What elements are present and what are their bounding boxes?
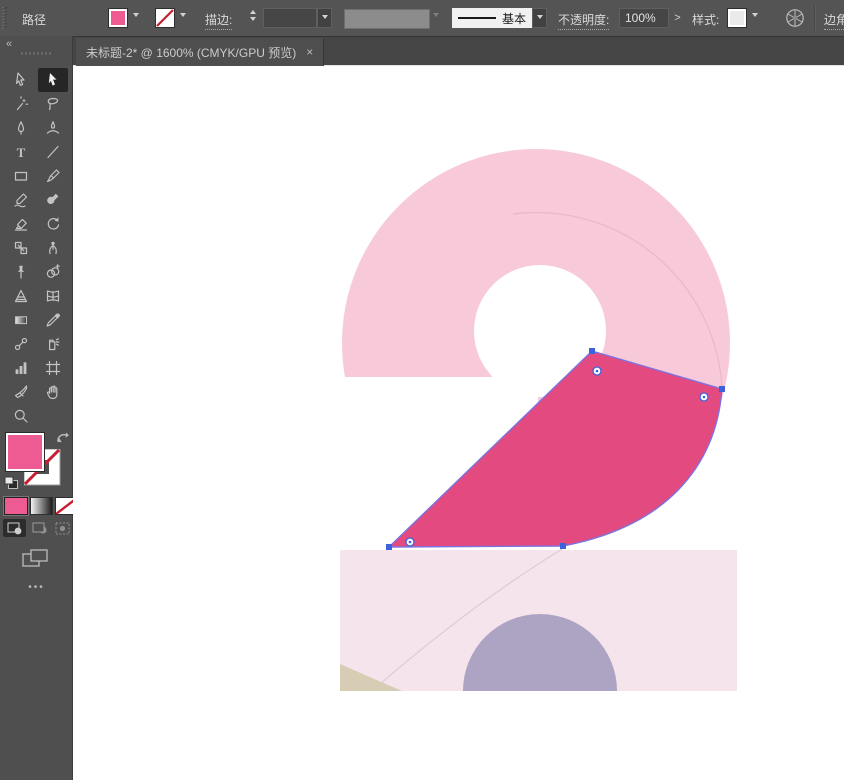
lasso-tool[interactable] [38,92,68,116]
gradient-tool[interactable] [6,308,36,332]
anchor-point[interactable] [719,386,725,392]
column-graph-tool[interactable] [6,356,36,380]
opacity-popout-button[interactable]: > [671,8,684,28]
perspective-grid-tool[interactable] [6,284,36,308]
recolor-artwork-icon[interactable] [785,8,805,28]
svg-text:T: T [17,145,26,160]
brush-stroke-preview [458,17,496,19]
selection-tool[interactable] [6,68,36,92]
control-bar-grip[interactable] [2,7,7,29]
gradient-mode-button[interactable] [30,497,53,515]
brush-definition-chevron-icon[interactable] [532,8,547,28]
default-fill-stroke-icon[interactable] [4,476,19,490]
stroke-color-swatch[interactable] [155,8,175,28]
magic-wand-tool[interactable] [6,92,36,116]
free-transform-tool[interactable] [6,260,36,284]
rectangle-tool[interactable] [6,164,36,188]
curvature-tool[interactable] [38,116,68,140]
stroke-weight-input[interactable] [263,8,317,28]
eyedropper-tool[interactable] [38,308,68,332]
live-corner-widget-dot [703,396,706,399]
shape-builder-tool[interactable] [38,260,68,284]
control-bar-divider [814,5,816,31]
tools-panel-grip[interactable] [21,52,51,55]
blob-brush-tool[interactable] [38,188,68,212]
selection-type-label: 路径 [22,11,46,28]
style-chevron-icon[interactable] [752,13,758,17]
stroke-color-chevron-icon[interactable] [180,13,186,17]
anchor-point[interactable] [386,544,392,550]
document-tab[interactable]: 未标题-2* @ 1600% (CMYK/GPU 预览) × [76,38,324,66]
fill-color-chevron-icon[interactable] [133,13,139,17]
hand-tool[interactable] [38,380,68,404]
style-label: 样式: [692,11,719,28]
document-tab-title: 未标题-2* @ 1600% (CMYK/GPU 预览) [86,44,296,61]
illustrator-window: { "control_bar": { "selection_type_label… [0,0,844,780]
direct-selection-tool[interactable] [38,68,68,92]
type-tool[interactable]: T [6,140,36,164]
slice-tool[interactable] [6,380,36,404]
edit-toolbar-button[interactable]: ••• [0,582,73,593]
fill-color-swatch[interactable] [108,8,128,28]
eraser-tool[interactable] [6,212,36,236]
corner-label[interactable]: 边角 [824,11,844,30]
document-canvas[interactable] [73,66,844,780]
paintbrush-tool[interactable] [38,164,68,188]
screen-mode-button[interactable] [22,548,50,568]
line-segment-tool[interactable] [38,140,68,164]
live-corner-widget-dot [596,370,599,373]
opacity-label[interactable]: 不透明度: [558,11,609,30]
blend-tool[interactable] [6,332,36,356]
draw-behind-mode-button[interactable] [28,519,51,537]
pen-tool[interactable] [6,116,36,140]
color-mode-button[interactable] [4,497,28,515]
draw-inside-mode-button[interactable] [52,519,74,537]
stroke-weight-stepper[interactable] [247,8,259,28]
swap-fill-stroke-icon[interactable] [56,432,70,446]
control-bar: 路径 描边: 基本 不透明度: 100% > 样式: 边角 [0,0,844,37]
artboard-tool[interactable] [38,356,68,380]
tools-panel: « T [0,36,73,780]
shaper-tool[interactable] [6,188,36,212]
fill-stroke-cluster [4,432,70,492]
stroke-weight-chevron-icon[interactable] [317,8,332,28]
style-swatch[interactable] [727,8,747,28]
stroke-weight-label[interactable]: 描边: [205,11,232,30]
symbol-sprayer-tool[interactable] [38,332,68,356]
opacity-input[interactable]: 100% [619,8,669,28]
artwork [73,66,844,780]
scale-tool[interactable] [6,236,36,260]
zoom-tool[interactable] [6,404,36,428]
puppet-warp-tool[interactable] [38,236,68,260]
anchor-point[interactable] [589,348,595,354]
collapse-panel-icon[interactable]: « [6,38,11,50]
live-corner-widget-dot [409,541,412,544]
brush-definition-select[interactable]: 基本 [452,8,532,28]
brush-definition-label: 基本 [502,10,526,27]
document-tab-strip: 未标题-2* @ 1600% (CMYK/GPU 预览) × [73,36,844,66]
width-profile-chevron-icon [433,13,439,17]
tab-close-icon[interactable]: × [306,45,313,59]
anchor-point[interactable] [560,543,566,549]
draw-normal-mode-button[interactable] [3,519,26,537]
width-profile-select[interactable] [344,9,430,29]
fill-swatch-indicator[interactable] [5,432,45,472]
stroke-none-slash-icon [157,10,173,26]
rotate-tool[interactable] [38,212,68,236]
mesh-tool[interactable] [38,284,68,308]
